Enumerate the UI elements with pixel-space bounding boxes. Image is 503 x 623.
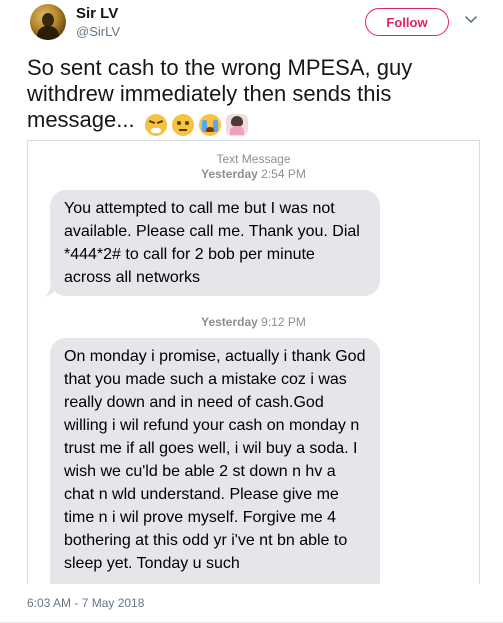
message-header-time: Yesterday 2:54 PM bbox=[28, 167, 479, 182]
tweet-text: So sent cash to the wrong MPESA, guy wit… bbox=[27, 55, 487, 137]
message-bubble-1: You attempted to call me but I was not a… bbox=[50, 190, 380, 296]
triumph-face-emoji-icon bbox=[144, 114, 167, 137]
bubble-tail bbox=[44, 281, 58, 297]
divider-day: Yesterday bbox=[201, 315, 258, 329]
message-header-clock: 2:54 PM bbox=[261, 167, 306, 181]
message-header-title: Text Message bbox=[216, 152, 291, 166]
user-handle[interactable]: @SirLV bbox=[76, 24, 120, 39]
emoji-group bbox=[144, 111, 253, 137]
message-divider-time: Yesterday 9:12 PM bbox=[28, 315, 479, 330]
avatar[interactable] bbox=[30, 4, 66, 40]
woman-facepalming-emoji-icon bbox=[225, 114, 248, 137]
follow-button[interactable]: Follow bbox=[365, 8, 449, 36]
crying-face-emoji-icon bbox=[198, 114, 221, 137]
tweet-timestamp[interactable]: 6:03 AM - 7 May 2018 bbox=[27, 596, 144, 610]
message-header: Text Message Yesterday 2:54 PM bbox=[28, 152, 479, 182]
message-header-day: Yesterday bbox=[201, 167, 258, 181]
message-bubble-2: On monday i promise, actually i thank Go… bbox=[50, 338, 380, 584]
chevron-down-icon[interactable] bbox=[462, 10, 480, 28]
divider-clock: 9:12 PM bbox=[261, 315, 306, 329]
avatar-body bbox=[37, 26, 59, 40]
rolling-eyes-emoji-icon bbox=[171, 114, 194, 137]
user-display-name[interactable]: Sir LV bbox=[76, 5, 118, 22]
attached-image-screenshot[interactable]: Text Message Yesterday 2:54 PM You attem… bbox=[27, 140, 480, 584]
avatar-face bbox=[42, 13, 54, 27]
tweet-header: Sir LV @SirLV Follow bbox=[0, 0, 503, 56]
